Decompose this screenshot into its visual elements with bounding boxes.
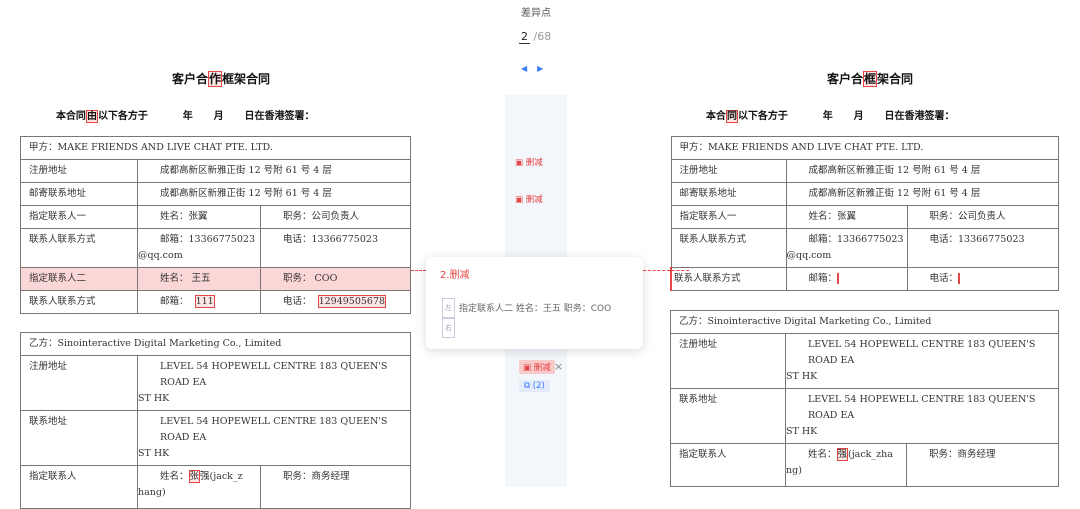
value: 电话： (906, 267, 1059, 291)
value: 成都高新区新雅正街 12 号附 61 号 4 层 (137, 159, 411, 183)
diff-navigator-header: 差异点 2 /68 ◀▶ (505, 0, 567, 95)
current-page-input[interactable]: 2 (519, 30, 530, 44)
right-document: 客户合框架合同 本合同以下各方于 年 月 日在香港签署： 甲方：MAKE FRI… (650, 0, 1080, 487)
party-b-header: 乙方：Sinointeractive Digital Marketing Co.… (670, 310, 1059, 334)
label: 联系地址 (20, 410, 138, 466)
label: 指定联系人 (20, 465, 138, 509)
diff-connector-line (643, 270, 689, 271)
popup-body: 左指定联系人二 姓名：王五 职务：COO 右 (442, 298, 632, 339)
left-doc-intro: 本合同由以下各方于 年 月 日在香港签署： (55, 110, 315, 123)
party-b-header: 乙方：Sinointeractive Digital Marketing Co.… (20, 332, 411, 356)
label: 联系人联系方式 (20, 228, 138, 268)
value: 电话： 12949505678 (260, 290, 411, 314)
value: 成都高新区新雅正街 12 号附 61 号 4 层 (137, 182, 411, 206)
diff-highlight[interactable]: 作 (208, 71, 223, 87)
value: 姓名： 王五 (137, 267, 261, 291)
label: 指定联系人一 (20, 205, 138, 229)
label: 邮寄联系地址 (670, 182, 787, 206)
label: 邮寄联系地址 (20, 182, 138, 206)
diff-highlight[interactable]: 111 (194, 295, 215, 308)
left-party-b-table: 乙方：Sinointeractive Digital Marketing Co.… (20, 332, 411, 509)
label: 联系地址 (670, 388, 786, 444)
next-diff-icon[interactable]: ▶ (537, 64, 553, 73)
diff-highlight[interactable]: 强 (836, 448, 849, 461)
value: 邮箱： (785, 267, 908, 291)
label: 注册地址 (670, 159, 787, 183)
diff-detail-popup: 2.删减 左指定联系人二 姓名：王五 职务：COO 右 (426, 257, 643, 349)
value: 姓名：强(jack_zha ng) (785, 443, 907, 487)
value: 电话：13366775023 (906, 228, 1059, 268)
label: 指定联系人 (670, 443, 786, 487)
value: 姓名：张强(jack_z hang) (137, 465, 261, 509)
left-party-a-table: 甲方：MAKE FRIENDS AND LIVE CHAT PTE. LTD. … (20, 136, 411, 314)
left-source-icon: 左 (442, 298, 455, 318)
value: 职务：公司负责人 (906, 205, 1059, 229)
right-party-a-table: 甲方：MAKE FRIENDS AND LIVE CHAT PTE. LTD. … (670, 136, 1059, 291)
right-doc-intro: 本合同以下各方于 年 月 日在香港签署： (705, 110, 955, 123)
party-a-header: 甲方：MAKE FRIENDS AND LIVE CHAT PTE. LTD. (20, 136, 411, 160)
value: LEVEL 54 HOPEWELL CENTRE 183 QUEEN'S ROA… (137, 355, 411, 411)
value: 邮箱：13366775023 @qq.com (137, 228, 261, 268)
diff-highlight[interactable]: 张 (188, 470, 201, 483)
label: 联系人联系方式 (670, 228, 787, 268)
diff-highlight[interactable]: 框 (863, 71, 878, 87)
party-a-header: 甲方：MAKE FRIENDS AND LIVE CHAT PTE. LTD. (670, 136, 1059, 160)
value: 职务： COO (260, 267, 411, 291)
diff-tag-delete-active[interactable]: ▣ 删减 (519, 360, 555, 374)
value: 邮箱：13366775023 @qq.com (785, 228, 908, 268)
label: 指定联系人一 (670, 205, 787, 229)
diff-navigator: 差异点 2 /68 ◀▶ ▣ 删减 ▣ 删减 ▣ 删减 × ⧉ (2) (505, 0, 567, 487)
diff-highlight[interactable]: 由 (85, 110, 98, 123)
label: 注册地址 (20, 355, 138, 411)
value: 姓名：张翼 (785, 205, 908, 229)
value: 电话：13366775023 (260, 228, 411, 268)
label: 注册地址 (670, 333, 786, 389)
value: 成都高新区新雅正街 12 号附 61 号 4 层 (785, 182, 1059, 206)
value: 职务：商务经理 (906, 443, 1059, 487)
diff-count-title: 差异点 (521, 8, 551, 19)
right-party-b-table: 乙方：Sinointeractive Digital Marketing Co.… (670, 310, 1059, 487)
diff-tag-delete[interactable]: ▣ 删减 (515, 193, 543, 205)
prev-diff-icon[interactable]: ◀ (521, 64, 537, 73)
value: LEVEL 54 HOPEWELL CENTRE 183 QUEEN'S ROA… (785, 333, 1059, 389)
copy-count-badge[interactable]: ⧉ (2) (519, 380, 550, 392)
left-document: 客户合作框架合同 本合同由以下各方于 年 月 日在香港签署： 甲方：MAKE F… (0, 0, 430, 509)
diff-highlight[interactable]: 12949505678 (317, 295, 387, 308)
right-source-icon: 右 (442, 318, 455, 338)
diff-pager: ◀▶ (521, 64, 553, 73)
label: 联系人联系方式 (20, 290, 138, 314)
label: 注册地址 (20, 159, 138, 183)
value: LEVEL 54 HOPEWELL CENTRE 183 QUEEN'S ROA… (137, 410, 411, 466)
value: 邮箱： 111 (137, 290, 261, 314)
label: 指定联系人二 (20, 267, 138, 291)
diff-marker[interactable] (837, 273, 840, 284)
left-doc-title: 客户合作框架合同 (172, 71, 271, 87)
page-indicator: 2 /68 (519, 30, 552, 44)
diff-tag-delete[interactable]: ▣ 删减 (515, 156, 543, 168)
value: 职务：商务经理 (260, 465, 411, 509)
value: 姓名：张翼 (137, 205, 261, 229)
value: LEVEL 54 HOPEWELL CENTRE 183 QUEEN'S ROA… (785, 388, 1059, 444)
right-doc-title: 客户合框架合同 (827, 71, 914, 87)
diff-marker[interactable] (958, 273, 961, 284)
diff-row-deleted[interactable]: 指定联系人二 姓名： 王五 职务： COO (20, 267, 411, 291)
value: 成都高新区新雅正街 12 号附 61 号 4 层 (785, 159, 1059, 183)
diff-highlight[interactable]: 同 (725, 110, 738, 123)
value: 职务：公司负责人 (260, 205, 411, 229)
close-icon[interactable]: × (554, 360, 563, 373)
diff-connector-line (411, 270, 426, 271)
popup-title: 2.删减 (440, 270, 470, 281)
